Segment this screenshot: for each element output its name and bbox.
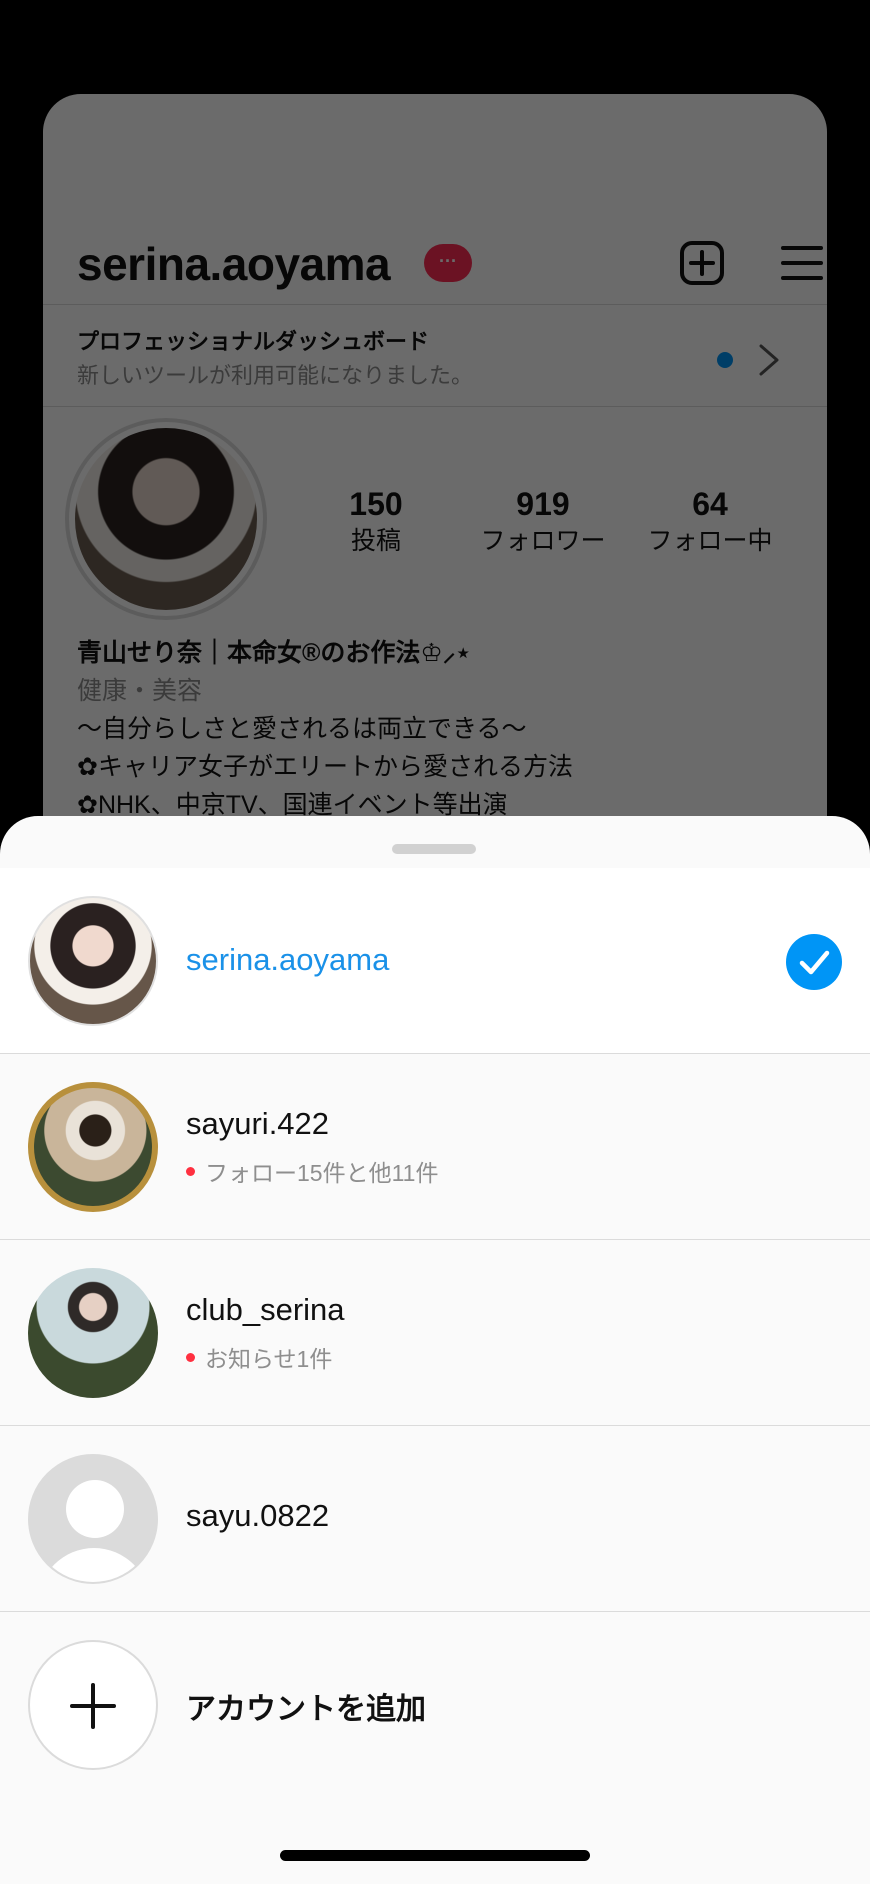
stat-number: 64: [692, 486, 728, 522]
divider: [43, 406, 827, 407]
avatar: [28, 1268, 158, 1398]
divider: [43, 304, 827, 305]
account-row-sayuri-422[interactable]: sayuri.422 フォロー15件と他11件: [0, 1054, 870, 1240]
stat-posts[interactable]: 150 投稿: [301, 484, 451, 558]
account-name: sayuri.422: [186, 1106, 330, 1141]
bio-name: 青山せり奈｜本命女®のお作法♔⸝⋆: [77, 639, 471, 667]
bio-line: ✿キャリア女子がエリートから愛される方法: [77, 753, 573, 781]
checkmark-icon: [786, 934, 842, 990]
notification-dot: [186, 1353, 195, 1363]
bio-line: 〜自分らしさと愛されるは両立できる〜: [77, 715, 527, 743]
account-row-club-serina[interactable]: club_serina お知らせ1件: [0, 1240, 870, 1426]
account-name: sayu.0822: [186, 1498, 330, 1533]
stat-followers[interactable]: 919 フォロワー: [468, 484, 618, 558]
profile-username[interactable]: serina.aoyama: [77, 224, 391, 304]
add-account-label: アカウントを追加: [186, 1693, 426, 1726]
default-avatar-icon: [28, 1454, 158, 1584]
account-name: club_serina: [186, 1292, 345, 1327]
drag-handle[interactable]: [392, 844, 476, 854]
plus-vertical: [91, 1683, 95, 1729]
account-switcher-sheet: serina.aoyama sayuri.422 フォロー15件と他11件 cl…: [0, 816, 870, 1884]
avatar-head-shape: [66, 1480, 124, 1538]
plus-icon: [28, 1640, 158, 1770]
account-row-serina-aoyama[interactable]: serina.aoyama: [0, 868, 870, 1054]
chevron-right-icon: [759, 344, 779, 376]
professional-dashboard-row[interactable]: プロフェッショナルダッシュボード 新しいツールが利用可能になりました。: [77, 316, 793, 396]
stat-number: 150: [349, 486, 403, 522]
avatar-body-shape: [38, 1548, 150, 1582]
notification-badge[interactable]: ···: [424, 244, 472, 282]
bio-category: 健康・美容: [77, 677, 203, 705]
new-indicator-dot: [717, 352, 733, 368]
home-indicator: [280, 1850, 590, 1861]
profile-header: serina.aoyama ···: [77, 224, 823, 304]
activity-text: お知らせ1件: [205, 1346, 333, 1372]
dashboard-title: プロフェッショナルダッシュボード: [77, 329, 430, 354]
account-name: serina.aoyama: [186, 942, 390, 977]
stat-label: 投稿: [350, 527, 401, 555]
profile-avatar[interactable]: [65, 418, 267, 620]
menu-icon[interactable]: [781, 242, 823, 284]
avatar: [28, 896, 158, 1026]
add-account-button[interactable]: アカウントを追加: [0, 1612, 870, 1798]
account-activity: フォロー15件と他11件: [186, 1154, 438, 1188]
stat-label: フォロワー: [480, 527, 606, 555]
profile-photo: [75, 428, 257, 610]
new-post-icon[interactable]: [679, 240, 725, 286]
notification-dot: [186, 1167, 195, 1177]
stat-following[interactable]: 64 フォロー中: [635, 484, 785, 558]
stat-number: 919: [516, 486, 570, 522]
avatar: [28, 1082, 158, 1212]
profile-bio: 青山せり奈｜本命女®のお作法♔⸝⋆ 健康・美容 〜自分らしさと愛されるは両立でき…: [77, 634, 797, 824]
dashboard-subtitle: 新しいツールが利用可能になりました。: [77, 363, 474, 388]
stat-label: フォロー中: [647, 527, 773, 555]
account-row-sayu-0822[interactable]: sayu.0822: [0, 1426, 870, 1612]
activity-text: フォロー15件と他11件: [205, 1160, 439, 1186]
account-activity: お知らせ1件: [186, 1340, 332, 1374]
